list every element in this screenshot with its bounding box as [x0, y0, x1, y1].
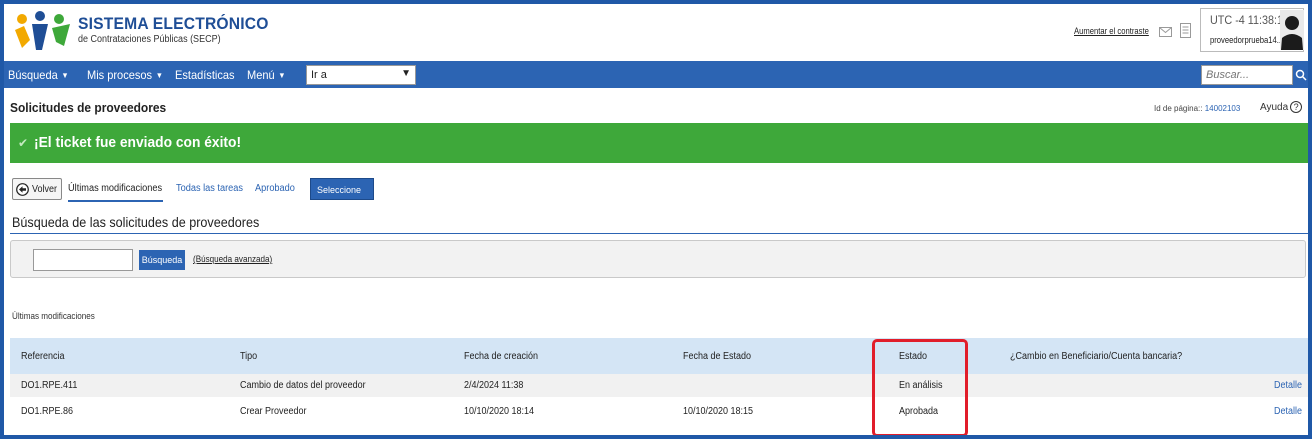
cell-referencia: DO1.RPE.86: [21, 406, 74, 417]
page-title: Solicitudes de proveedores: [10, 100, 167, 115]
column-header-fecha-estado[interactable]: Fecha de Estado: [683, 351, 751, 362]
advanced-search-link[interactable]: (Búsqueda avanzada): [193, 254, 272, 264]
back-button[interactable]: Volver: [12, 178, 62, 200]
help-link[interactable]: Ayuda?: [1260, 101, 1303, 113]
success-banner: ✔ ¡El ticket fue enviado con éxito!: [10, 123, 1308, 163]
brand-subtitle: de Contrataciones Públicas (SECP): [78, 34, 221, 45]
back-label: Volver: [32, 184, 58, 195]
back-arrow-icon: [16, 183, 29, 196]
cell-tipo: Cambio de datos del proveedor: [240, 380, 366, 391]
clock-time: UTC -4 11:38:17: [1210, 13, 1290, 27]
tab-todas-las-tareas[interactable]: Todas las tareas: [176, 183, 243, 194]
nav-estadisticas[interactable]: Estadísticas: [175, 68, 235, 82]
cell-tipo: Crear Proveedor: [240, 406, 307, 417]
cell-estado: En análisis: [899, 380, 943, 391]
column-header-cambio-beneficiario[interactable]: ¿Cambio en Beneficiario/Cuenta bancaria?: [1010, 351, 1182, 362]
column-header-referencia[interactable]: Referencia: [21, 351, 65, 362]
select-arrow-icon: ▼: [401, 68, 411, 79]
column-header-tipo[interactable]: Tipo: [240, 351, 257, 362]
detail-link[interactable]: Detalle: [1274, 406, 1302, 417]
check-icon: ✔: [18, 136, 29, 150]
table-row: DO1.RPE.86 Crear Proveedor 10/10/2020 18…: [10, 400, 1308, 423]
global-search-input[interactable]: [1201, 65, 1293, 85]
success-message: ¡El ticket fue enviado con éxito!: [34, 134, 242, 151]
cell-fecha-creacion: 2/4/2024 11:38: [464, 380, 524, 391]
active-tab-indicator: [68, 200, 163, 202]
nav-busqueda[interactable]: Búsqueda ▼: [8, 68, 69, 82]
select-button[interactable]: Seleccione: [310, 178, 374, 200]
column-header-estado[interactable]: Estado: [899, 351, 927, 362]
avatar[interactable]: [1280, 10, 1304, 50]
username[interactable]: proveedorprueba14...: [1210, 35, 1283, 45]
caret-down-icon: ▼: [155, 71, 164, 80]
nav-mis-procesos[interactable]: Mis procesos ▼: [87, 68, 163, 82]
table-header: Referencia Tipo Fecha de creación Fecha …: [10, 338, 1308, 374]
search-panel: Búsqueda (Búsqueda avanzada): [10, 240, 1306, 278]
list-caption: Últimas modificaciones: [12, 311, 95, 321]
search-button[interactable]: Búsqueda: [139, 250, 185, 270]
goto-value: Ir a: [311, 69, 327, 81]
detail-link[interactable]: Detalle: [1274, 380, 1302, 391]
cell-fecha-estado: 10/10/2020 18:15: [683, 406, 754, 417]
table-row: DO1.RPE.411 Cambio de datos del proveedo…: [10, 374, 1308, 397]
search-query-input[interactable]: [33, 249, 133, 271]
increase-contrast-link[interactable]: Aumentar el contraste: [1074, 26, 1149, 36]
document-icon[interactable]: [1180, 23, 1191, 38]
caret-down-icon: ▼: [61, 71, 69, 80]
cell-fecha-creacion: 10/10/2020 18:14: [464, 406, 535, 417]
top-header: SISTEMA ELECTRÓNICO de Contrataciones Pú…: [4, 4, 1308, 60]
goto-select[interactable]: Ir a ▼: [306, 65, 416, 85]
column-header-fecha-creacion[interactable]: Fecha de creación: [464, 351, 538, 362]
mail-icon[interactable]: [1159, 27, 1172, 37]
tab-aprobado[interactable]: Aprobado: [255, 183, 295, 194]
cell-referencia: DO1.RPE.411: [21, 380, 78, 391]
section-divider: [10, 233, 1308, 234]
help-icon[interactable]: ?: [1290, 101, 1303, 113]
search-icon[interactable]: [1294, 65, 1308, 85]
page-id-number[interactable]: 14002103: [1205, 104, 1241, 113]
caret-down-icon: ▼: [278, 71, 286, 80]
section-title: Búsqueda de las solicitudes de proveedor…: [12, 214, 260, 230]
secp-logo[interactable]: [12, 10, 74, 52]
app-window: SISTEMA ELECTRÓNICO de Contrataciones Pú…: [4, 4, 1308, 435]
brand-title: SISTEMA ELECTRÓNICO: [78, 14, 269, 33]
tab-ultimas-modificaciones[interactable]: Últimas modificaciones: [68, 183, 162, 194]
nav-menu[interactable]: Menú ▼: [247, 68, 286, 82]
main-nav: Búsqueda ▼ Mis procesos ▼ Estadísticas Men…: [4, 61, 1308, 88]
page-id: Id de página:: 14002103: [1154, 104, 1241, 113]
cell-estado: Aprobada: [899, 406, 939, 417]
